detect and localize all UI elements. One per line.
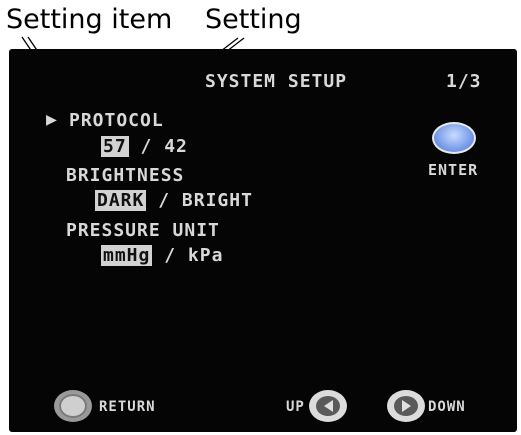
pressure-unit-options: mmHg / kPa	[101, 245, 223, 266]
down-button[interactable]	[387, 390, 425, 422]
callout-setting-item: Setting item	[6, 4, 173, 35]
page-indicator: 1/3	[446, 71, 482, 92]
return-button[interactable]	[54, 390, 92, 422]
brightness-other-option[interactable]: BRIGHT	[182, 190, 253, 211]
brightness-separator: /	[158, 190, 171, 211]
return-label: RETURN	[99, 399, 156, 415]
protocol-other-option[interactable]: 42	[164, 136, 188, 157]
screen-title: SYSTEM SETUP	[205, 71, 348, 92]
pressure-unit-separator: /	[164, 245, 177, 266]
cursor-arrow-icon: ▶	[46, 109, 58, 130]
osd-screen: SYSTEM SETUP 1/3 ▶ PROTOCOL 57 / 42 BRIG…	[9, 49, 517, 432]
protocol-separator: /	[140, 136, 153, 157]
pressure-unit-selected-option[interactable]: mmHg	[101, 245, 153, 266]
up-button[interactable]	[309, 390, 347, 422]
protocol-options: 57 / 42	[101, 136, 188, 157]
setting-item-protocol[interactable]: PROTOCOL	[69, 110, 164, 131]
setting-item-brightness[interactable]: BRIGHTNESS	[66, 165, 184, 186]
return-icon	[59, 394, 87, 418]
up-label: UP	[286, 399, 305, 415]
callout-setting: Setting	[205, 4, 302, 35]
right-arrow-icon	[394, 396, 418, 416]
protocol-selected-option[interactable]: 57	[101, 136, 129, 157]
left-arrow-icon	[316, 396, 340, 416]
brightness-options: DARK / BRIGHT	[95, 190, 253, 211]
setting-item-pressure-unit[interactable]: PRESSURE UNIT	[66, 220, 220, 241]
down-label: DOWN	[428, 399, 466, 415]
pressure-unit-other-option[interactable]: kPa	[188, 245, 224, 266]
enter-label: ENTER	[428, 161, 479, 179]
enter-button-icon[interactable]	[432, 122, 476, 154]
brightness-selected-option[interactable]: DARK	[95, 190, 147, 211]
